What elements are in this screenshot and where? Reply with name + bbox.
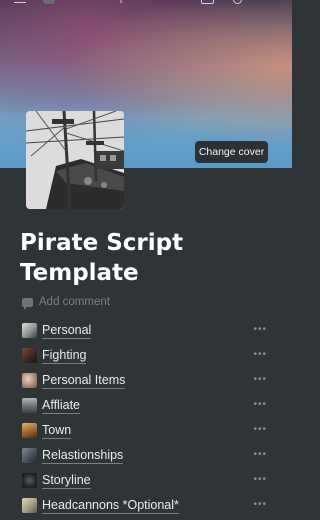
subpage-item-label: Affliate <box>42 397 80 414</box>
more-icon[interactable]: ••• <box>253 400 267 410</box>
subpage-item-personal[interactable]: Personal ••• <box>0 318 292 343</box>
subpage-item-relationships[interactable]: Relastionships ••• <box>0 443 292 468</box>
hamburger-icon[interactable] <box>14 0 26 3</box>
subpage-list: Personal ••• Fighting ••• Personal Items… <box>0 318 292 518</box>
affliate-thumbnail-icon <box>22 398 37 413</box>
personal-thumbnail-icon <box>22 323 37 338</box>
comment-icon[interactable] <box>201 0 214 4</box>
more-icon[interactable]: ••• <box>253 475 267 485</box>
add-comment[interactable]: Add comment <box>22 294 110 310</box>
town-thumbnail-icon <box>22 423 37 438</box>
subpage-item-label: Town <box>42 422 72 439</box>
page-title[interactable]: Pirate Script Template <box>20 228 280 288</box>
more-icon[interactable]: ••• <box>253 425 267 435</box>
top-bar <box>0 0 292 8</box>
more-icon[interactable]: ••• <box>253 325 267 335</box>
storyline-thumbnail-icon <box>22 473 37 488</box>
more-icon[interactable]: ••• <box>253 350 267 360</box>
subpage-item-town[interactable]: Town ••• <box>0 418 292 443</box>
subpage-item-headcannons[interactable]: Headcannons *Optional* ••• <box>0 493 292 518</box>
status-dot <box>120 0 122 3</box>
subpage-item-fighting[interactable]: Fighting ••• <box>0 343 292 368</box>
workspace-avatar[interactable] <box>43 0 55 4</box>
add-comment-label: Add comment <box>39 296 110 308</box>
subpage-item-label: Relastionships <box>42 447 124 464</box>
subpage-item-storyline[interactable]: Storyline ••• <box>0 468 292 493</box>
subpage-item-personal-items[interactable]: Personal Items ••• <box>0 368 292 393</box>
clock-icon[interactable] <box>233 0 242 4</box>
notion-page: Change cover Pirate Script Template Add … <box>0 0 292 520</box>
subpage-item-label: Personal Items <box>42 372 126 389</box>
headcannons-thumbnail-icon <box>22 498 37 513</box>
relationships-thumbnail-icon <box>22 448 37 463</box>
subpage-item-label: Headcannons *Optional* <box>42 497 179 514</box>
more-icon[interactable]: ••• <box>253 375 267 385</box>
page-icon-image[interactable] <box>26 111 124 209</box>
subpage-item-affliate[interactable]: Affliate ••• <box>0 393 292 418</box>
subpage-item-label: Fighting <box>42 347 87 364</box>
fighting-thumbnail-icon <box>22 348 37 363</box>
change-cover-button[interactable]: Change cover <box>195 141 268 163</box>
more-icon[interactable]: ••• <box>253 450 267 460</box>
pirate-ship-icon <box>26 111 124 209</box>
items-thumbnail-icon <box>22 373 37 388</box>
comment-bubble-icon <box>22 297 33 310</box>
subpage-item-label: Personal <box>42 322 92 339</box>
subpage-item-label: Storyline <box>42 472 91 489</box>
more-icon[interactable]: ••• <box>253 500 267 510</box>
